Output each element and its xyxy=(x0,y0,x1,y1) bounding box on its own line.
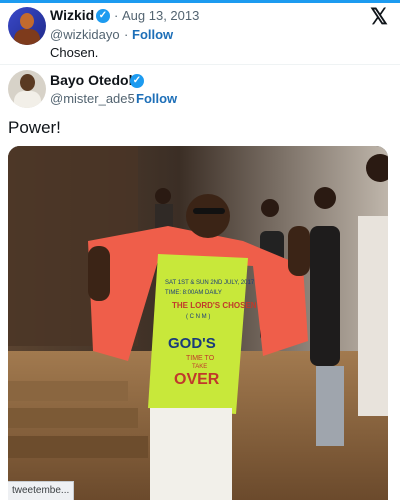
browser-status-bar: tweetembe... xyxy=(8,481,75,500)
quoted-follow-link[interactable]: Follow xyxy=(132,27,173,42)
verified-badge-icon: ✓ xyxy=(130,74,144,88)
separator-dot: · xyxy=(114,8,119,23)
poster-line: THE LORD'S CHOSEN xyxy=(172,301,257,310)
separator-dot: · xyxy=(124,27,129,42)
quoted-date[interactable]: Aug 13, 2013 xyxy=(122,8,199,23)
bayo-avatar[interactable] xyxy=(8,70,46,108)
divider xyxy=(0,64,400,65)
quoted-tweet[interactable]: Wizkid ✓ · Aug 13, 2013 @wizkidayo · Fol… xyxy=(0,3,400,65)
poster-line: OVER xyxy=(174,371,220,388)
quoted-tweet-text: Chosen. xyxy=(50,45,99,60)
poster-line: TAKE xyxy=(192,364,207,370)
wizkid-avatar[interactable] xyxy=(8,7,46,45)
poster-line: TIME: 8:00AM DAILY xyxy=(165,290,222,296)
photo-illustration: SAT 1ST & SUN 2ND JULY, 2017 TIME: 8:00A… xyxy=(8,146,388,500)
poster-line: GOD'S xyxy=(168,335,216,352)
author-handle[interactable]: @mister_ade5 xyxy=(50,91,135,106)
separator-dot: · xyxy=(128,91,133,106)
x-logo-icon[interactable]: 𝕏 xyxy=(368,6,390,28)
poster-line: SAT 1ST & SUN 2ND JULY, 2017 xyxy=(165,280,255,286)
quoted-handle[interactable]: @wizkidayo xyxy=(50,27,120,42)
poster-line: ( C N M ) xyxy=(186,314,210,320)
quoted-author-name[interactable]: Wizkid xyxy=(50,7,94,23)
tweet-text: Power! xyxy=(8,118,61,137)
verified-badge-icon: ✓ xyxy=(96,9,110,23)
tweet-photo[interactable]: SAT 1ST & SUN 2ND JULY, 2017 TIME: 8:00A… xyxy=(8,146,388,500)
poster-line: TIME TO xyxy=(186,355,215,362)
author-name[interactable]: Bayo Otedola xyxy=(50,72,140,88)
follow-link[interactable]: Follow xyxy=(136,91,177,106)
